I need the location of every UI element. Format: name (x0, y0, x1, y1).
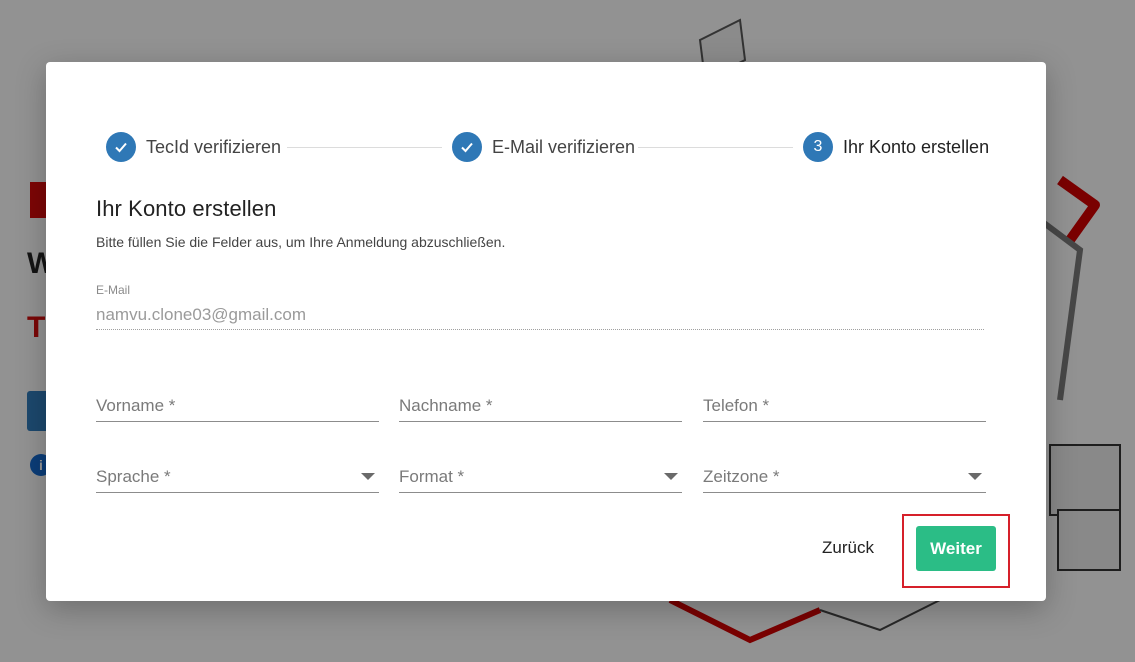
language-placeholder: Sprache * (96, 467, 171, 486)
chevron-down-icon (361, 473, 375, 480)
step-label: E-Mail verifizieren (492, 136, 636, 157)
check-icon (452, 132, 482, 162)
language-select[interactable]: Sprache * (96, 461, 379, 493)
last-name-placeholder: Nachname * (399, 396, 493, 415)
email-label: E-Mail (96, 283, 131, 297)
step-connector (638, 147, 793, 148)
back-button[interactable]: Zurück (808, 533, 888, 563)
step-connector (287, 147, 442, 148)
step-number: 3 (803, 132, 833, 162)
format-placeholder: Format * (399, 467, 465, 486)
registration-dialog: TecId verifizieren E-Mail verifizieren 3… (46, 62, 1046, 601)
page-title: Ihr Konto erstellen (96, 196, 277, 221)
step-tecid: TecId verifizieren (106, 132, 281, 162)
chevron-down-icon (664, 473, 678, 480)
email-underline (96, 329, 984, 330)
step-email: E-Mail verifizieren (452, 132, 635, 162)
phone-placeholder: Telefon * (703, 396, 770, 415)
last-name-input[interactable]: Nachname * (399, 390, 682, 422)
step-label: TecId verifizieren (146, 136, 282, 157)
step-create-account: 3 Ihr Konto erstellen (803, 132, 989, 162)
first-name-input[interactable]: Vorname * (96, 390, 379, 422)
next-button[interactable]: Weiter (916, 526, 996, 571)
check-icon (106, 132, 136, 162)
chevron-down-icon (968, 473, 982, 480)
stepper: TecId verifizieren E-Mail verifizieren 3… (106, 132, 989, 162)
email-field: namvu.clone03@gmail.com (96, 305, 307, 324)
step-label: Ihr Konto erstellen (843, 136, 990, 157)
format-select[interactable]: Format * (399, 461, 682, 493)
page-subtitle: Bitte füllen Sie die Felder aus, um Ihre… (96, 234, 506, 250)
first-name-placeholder: Vorname * (96, 396, 176, 415)
phone-input[interactable]: Telefon * (703, 390, 986, 422)
timezone-placeholder: Zeitzone * (703, 467, 780, 486)
timezone-select[interactable]: Zeitzone * (703, 461, 986, 493)
